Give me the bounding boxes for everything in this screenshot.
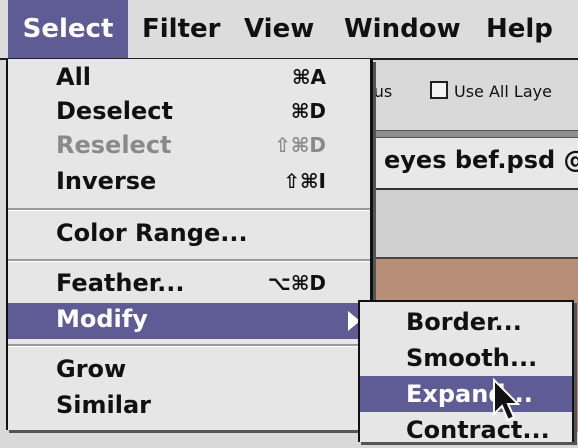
menu-item-label: Similar bbox=[56, 391, 152, 419]
menu-item-all[interactable]: All ⌘A bbox=[8, 61, 370, 97]
document-title: eyes bef.psd @ bbox=[384, 146, 578, 174]
menu-separator bbox=[8, 208, 370, 211]
menu-item-shortcut: ⌥⌘D bbox=[267, 271, 326, 295]
menu-item-label: Grow bbox=[56, 355, 127, 383]
menu-item-reselect: Reselect ⇧⌘D bbox=[8, 129, 370, 165]
document-titlebar[interactable]: eyes bef.psd @ bbox=[370, 138, 578, 190]
menu-item-label: Color Range... bbox=[56, 219, 248, 247]
modify-submenu: Border... Smooth... Expand... Contract..… bbox=[358, 300, 574, 444]
menu-item-similar[interactable]: Similar bbox=[8, 389, 370, 425]
submenu-item-label: Contract... bbox=[406, 416, 550, 444]
select-menu-dropdown: All ⌘A Deselect ⌘D Reselect ⇧⌘D Inverse … bbox=[6, 59, 373, 430]
submenu-item-label: Border... bbox=[406, 308, 522, 336]
menu-item-feather[interactable]: Feather... ⌥⌘D bbox=[8, 267, 370, 303]
menu-item-label: All bbox=[56, 63, 92, 91]
menu-select[interactable]: Select bbox=[8, 0, 128, 58]
use-all-layers-label[interactable]: Use All Laye bbox=[454, 82, 552, 101]
submenu-item-label: Smooth... bbox=[406, 344, 538, 372]
submenu-item-smooth[interactable]: Smooth... bbox=[360, 340, 572, 376]
menu-item-shortcut: ⌘D bbox=[290, 99, 326, 123]
options-bar: ous Use All Laye bbox=[364, 60, 578, 130]
use-all-layers-checkbox[interactable] bbox=[430, 81, 448, 99]
menu-separator bbox=[8, 344, 370, 347]
menu-item-label: Deselect bbox=[56, 97, 173, 125]
menu-item-inverse[interactable]: Inverse ⇧⌘I bbox=[8, 165, 370, 201]
toolbar-divider bbox=[370, 130, 578, 138]
menu-item-grow[interactable]: Grow bbox=[8, 353, 370, 389]
arrow-cursor-icon bbox=[493, 378, 520, 422]
submenu-item-contract[interactable]: Contract... bbox=[360, 412, 572, 448]
menu-item-shortcut: ⌘A bbox=[291, 65, 326, 89]
menu-item-label: Feather... bbox=[56, 269, 185, 297]
menu-item-label: Reselect bbox=[56, 131, 172, 159]
menu-item-deselect[interactable]: Deselect ⌘D bbox=[8, 95, 370, 131]
menu-separator bbox=[8, 259, 370, 262]
submenu-item-expand[interactable]: Expand... bbox=[360, 376, 572, 412]
menu-window[interactable]: Window bbox=[344, 0, 461, 58]
menu-help[interactable]: Help bbox=[486, 0, 553, 58]
menu-filter[interactable]: Filter bbox=[142, 0, 220, 58]
menu-item-label: Inverse bbox=[56, 167, 157, 195]
submenu-item-border[interactable]: Border... bbox=[360, 304, 572, 340]
menu-item-color-range[interactable]: Color Range... bbox=[8, 217, 370, 253]
document-canvas-border bbox=[370, 190, 578, 257]
menu-item-shortcut: ⇧⌘I bbox=[283, 169, 326, 193]
menu-bar: Select Filter View Window Help bbox=[0, 0, 578, 60]
menu-view[interactable]: View bbox=[244, 0, 314, 58]
menu-item-shortcut: ⇧⌘D bbox=[274, 133, 326, 157]
menu-item-modify[interactable]: Modify bbox=[8, 303, 370, 339]
menu-item-label: Modify bbox=[56, 305, 148, 333]
